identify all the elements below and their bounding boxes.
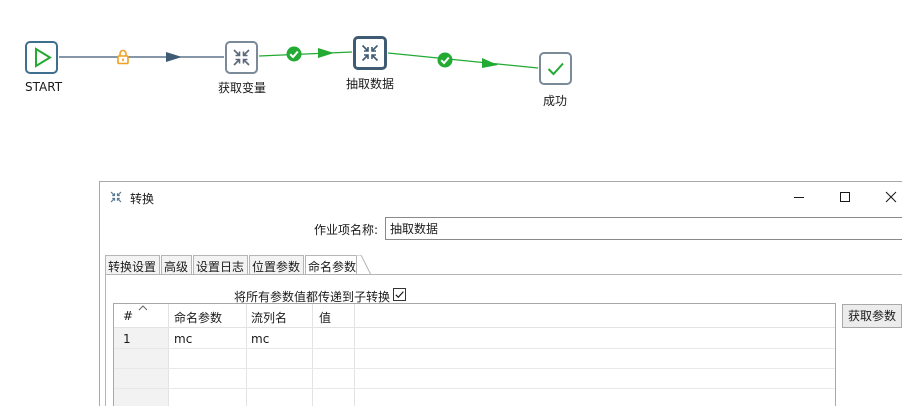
table-header: # 命名参数 流列名 值 — [114, 304, 835, 328]
named-params-panel: 将所有参数值都传递到子转换 # 命名参数 流列名 值 1 mc mc 获取参数 — [105, 275, 902, 406]
col-header-value[interactable]: 值 — [319, 309, 331, 326]
success-node[interactable] — [539, 52, 572, 85]
extract-data-node[interactable] — [353, 36, 387, 70]
cell-index: 1 — [123, 332, 131, 346]
hop-extract-success — [387, 52, 539, 69]
tab-logging[interactable]: 设置日志 — [193, 255, 248, 275]
collapse-arrows-icon — [233, 49, 250, 66]
get-variables-node[interactable] — [225, 41, 258, 74]
row-divider — [114, 348, 835, 349]
tab-named-params[interactable]: 命名参数 — [305, 255, 357, 276]
collapse-arrows-icon — [361, 44, 379, 62]
cell-stream-column[interactable]: mc — [251, 332, 269, 346]
start-node[interactable] — [25, 41, 58, 74]
dialog-title: 转换 — [130, 192, 155, 206]
row-divider — [114, 388, 835, 389]
get-params-button[interactable]: 获取参数 — [842, 304, 902, 328]
minimize-button[interactable] — [776, 182, 822, 212]
success-node-label: 成功 — [543, 94, 568, 108]
column-divider — [246, 304, 247, 406]
close-button[interactable] — [868, 182, 902, 212]
hop-getvar-extract — [258, 51, 353, 57]
hop-start-getvar-arrow — [166, 52, 182, 62]
col-header-param-name[interactable]: 命名参数 — [174, 309, 222, 326]
lock-icon[interactable] — [116, 49, 130, 65]
column-divider — [312, 304, 313, 406]
row-divider — [114, 368, 835, 369]
pass-all-params-checkbox[interactable] — [393, 288, 406, 301]
tab-advanced[interactable]: 高级 — [161, 255, 192, 275]
hop-extract-success-arrow — [482, 58, 498, 68]
hop-lines — [59, 48, 539, 69]
transformation-icon — [110, 191, 122, 203]
sort-ascending-icon — [138, 305, 148, 311]
job-name-input[interactable] — [385, 217, 902, 240]
job-name-label: 作业项名称: — [314, 223, 379, 237]
maximize-button[interactable] — [822, 182, 868, 212]
checkmark-icon — [547, 62, 564, 76]
named-params-table[interactable]: # 命名参数 流列名 值 1 mc mc — [113, 303, 836, 406]
checkbox-check-icon — [395, 291, 404, 299]
tab-transformation-settings[interactable]: 转换设置 — [105, 255, 160, 275]
start-node-label: START — [25, 80, 63, 94]
col-header-index[interactable]: # — [123, 309, 133, 323]
check-circle-icon[interactable] — [437, 52, 453, 68]
tab-fold-edge — [356, 255, 372, 276]
play-icon — [35, 47, 52, 68]
check-circle-icon[interactable] — [286, 46, 302, 62]
get-variables-node-label: 获取变量 — [218, 81, 267, 95]
column-divider — [354, 304, 355, 406]
maximize-icon — [840, 192, 850, 202]
dialog-titlebar[interactable]: 转换 — [100, 182, 902, 212]
extract-data-node-label: 抽取数据 — [346, 77, 395, 91]
tab-positional-params[interactable]: 位置参数 — [249, 255, 304, 275]
col-header-stream-column[interactable]: 流列名 — [251, 309, 287, 326]
cell-param-name[interactable]: mc — [174, 332, 192, 346]
transformation-dialog: 转换 作业项名称: 转换设置 高级 设置日志 位置参数 命名参数 将所有参数值都… — [99, 181, 902, 406]
close-icon — [885, 191, 897, 203]
column-divider — [168, 304, 169, 406]
hop-getvar-extract-arrow — [318, 48, 334, 58]
minimize-icon — [794, 197, 804, 198]
